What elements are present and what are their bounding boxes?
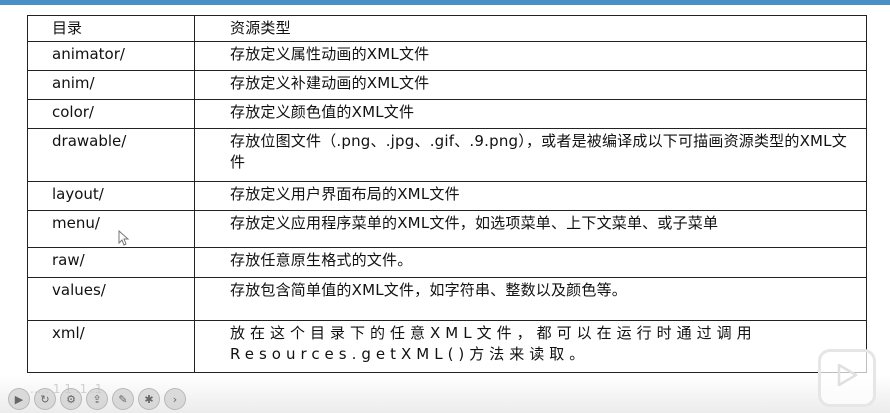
refresh-icon[interactable]: ↻ [34, 388, 56, 410]
cell-resource-type: 放在这个目录下的任意XML文件，都可以在运行时通过调用Resources.get… [194, 320, 867, 373]
edit-icon[interactable]: ✎ [112, 388, 134, 410]
table-row: color/ 存放定义颜色值的XML文件 [27, 99, 867, 129]
cell-directory: menu/ [27, 210, 195, 248]
share-icon[interactable]: ⇪ [86, 388, 108, 410]
settings-icon[interactable]: ⚙ [60, 388, 82, 410]
cell-resource-type: 存放定义补建动画的XML文件 [194, 70, 867, 100]
table-row: layout/ 存放定义用户界面布局的XML文件 [27, 181, 867, 211]
table-header-row: 目录 资源类型 [27, 15, 867, 42]
cell-resource-type: 存放包含简单值的XML文件，如字符串、整数以及颜色等。 [194, 277, 867, 321]
table-row: values/ 存放包含简单值的XML文件，如字符串、整数以及颜色等。 [27, 277, 867, 321]
next-icon[interactable]: › [164, 388, 186, 410]
video-controls-overlay [0, 375, 890, 413]
table-row: xml/ 放在这个目录下的任意XML文件，都可以在运行时通过调用Resource… [27, 320, 867, 373]
header-directory: 目录 [27, 15, 195, 42]
cell-directory: layout/ [27, 181, 195, 211]
cell-resource-type: 存放定义用户界面布局的XML文件 [194, 181, 867, 211]
cell-directory: raw/ [27, 247, 195, 278]
cell-resource-type: 存放定义属性动画的XML文件 [194, 41, 867, 71]
table-row: anim/ 存放定义补建动画的XML文件 [27, 70, 867, 100]
cell-directory: anim/ [27, 70, 195, 100]
cell-directory: animator/ [27, 41, 195, 71]
gear-icon[interactable]: ✱ [138, 388, 160, 410]
cell-resource-type: 存放定义应用程序菜单的XML文件，如选项菜单、上下文菜单、或子菜单 [194, 210, 867, 248]
cell-directory: color/ [27, 99, 195, 129]
cell-resource-type: 存放位图文件（.png、.jpg、.gif、.9.png），或者是被编译成以下可… [194, 128, 867, 182]
resource-table: 目录 资源类型 animator/ 存放定义属性动画的XML文件 anim/ 存… [27, 15, 867, 373]
header-resource-type: 资源类型 [194, 15, 867, 42]
cell-resource-type: 存放定义颜色值的XML文件 [194, 99, 867, 129]
play-button[interactable] [818, 349, 876, 407]
table-row: animator/ 存放定义属性动画的XML文件 [27, 41, 867, 71]
slide-content: 目录 资源类型 animator/ 存放定义属性动画的XML文件 anim/ 存… [0, 5, 890, 413]
play-circle-icon[interactable]: ▶ [8, 388, 30, 410]
table-row: menu/ 存放定义应用程序菜单的XML文件，如选项菜单、上下文菜单、或子菜单 [27, 210, 867, 248]
cell-directory: xml/ [27, 320, 195, 373]
play-icon [837, 363, 858, 387]
cell-directory: drawable/ [27, 128, 195, 182]
table-row: raw/ 存放任意原生格式的文件。 [27, 247, 867, 278]
cell-directory: values/ [27, 277, 195, 321]
cell-resource-type: 存放任意原生格式的文件。 [194, 247, 867, 278]
mouse-cursor-icon [118, 230, 130, 246]
table-row: drawable/ 存放位图文件（.png、.jpg、.gif、.9.png），… [27, 128, 867, 182]
